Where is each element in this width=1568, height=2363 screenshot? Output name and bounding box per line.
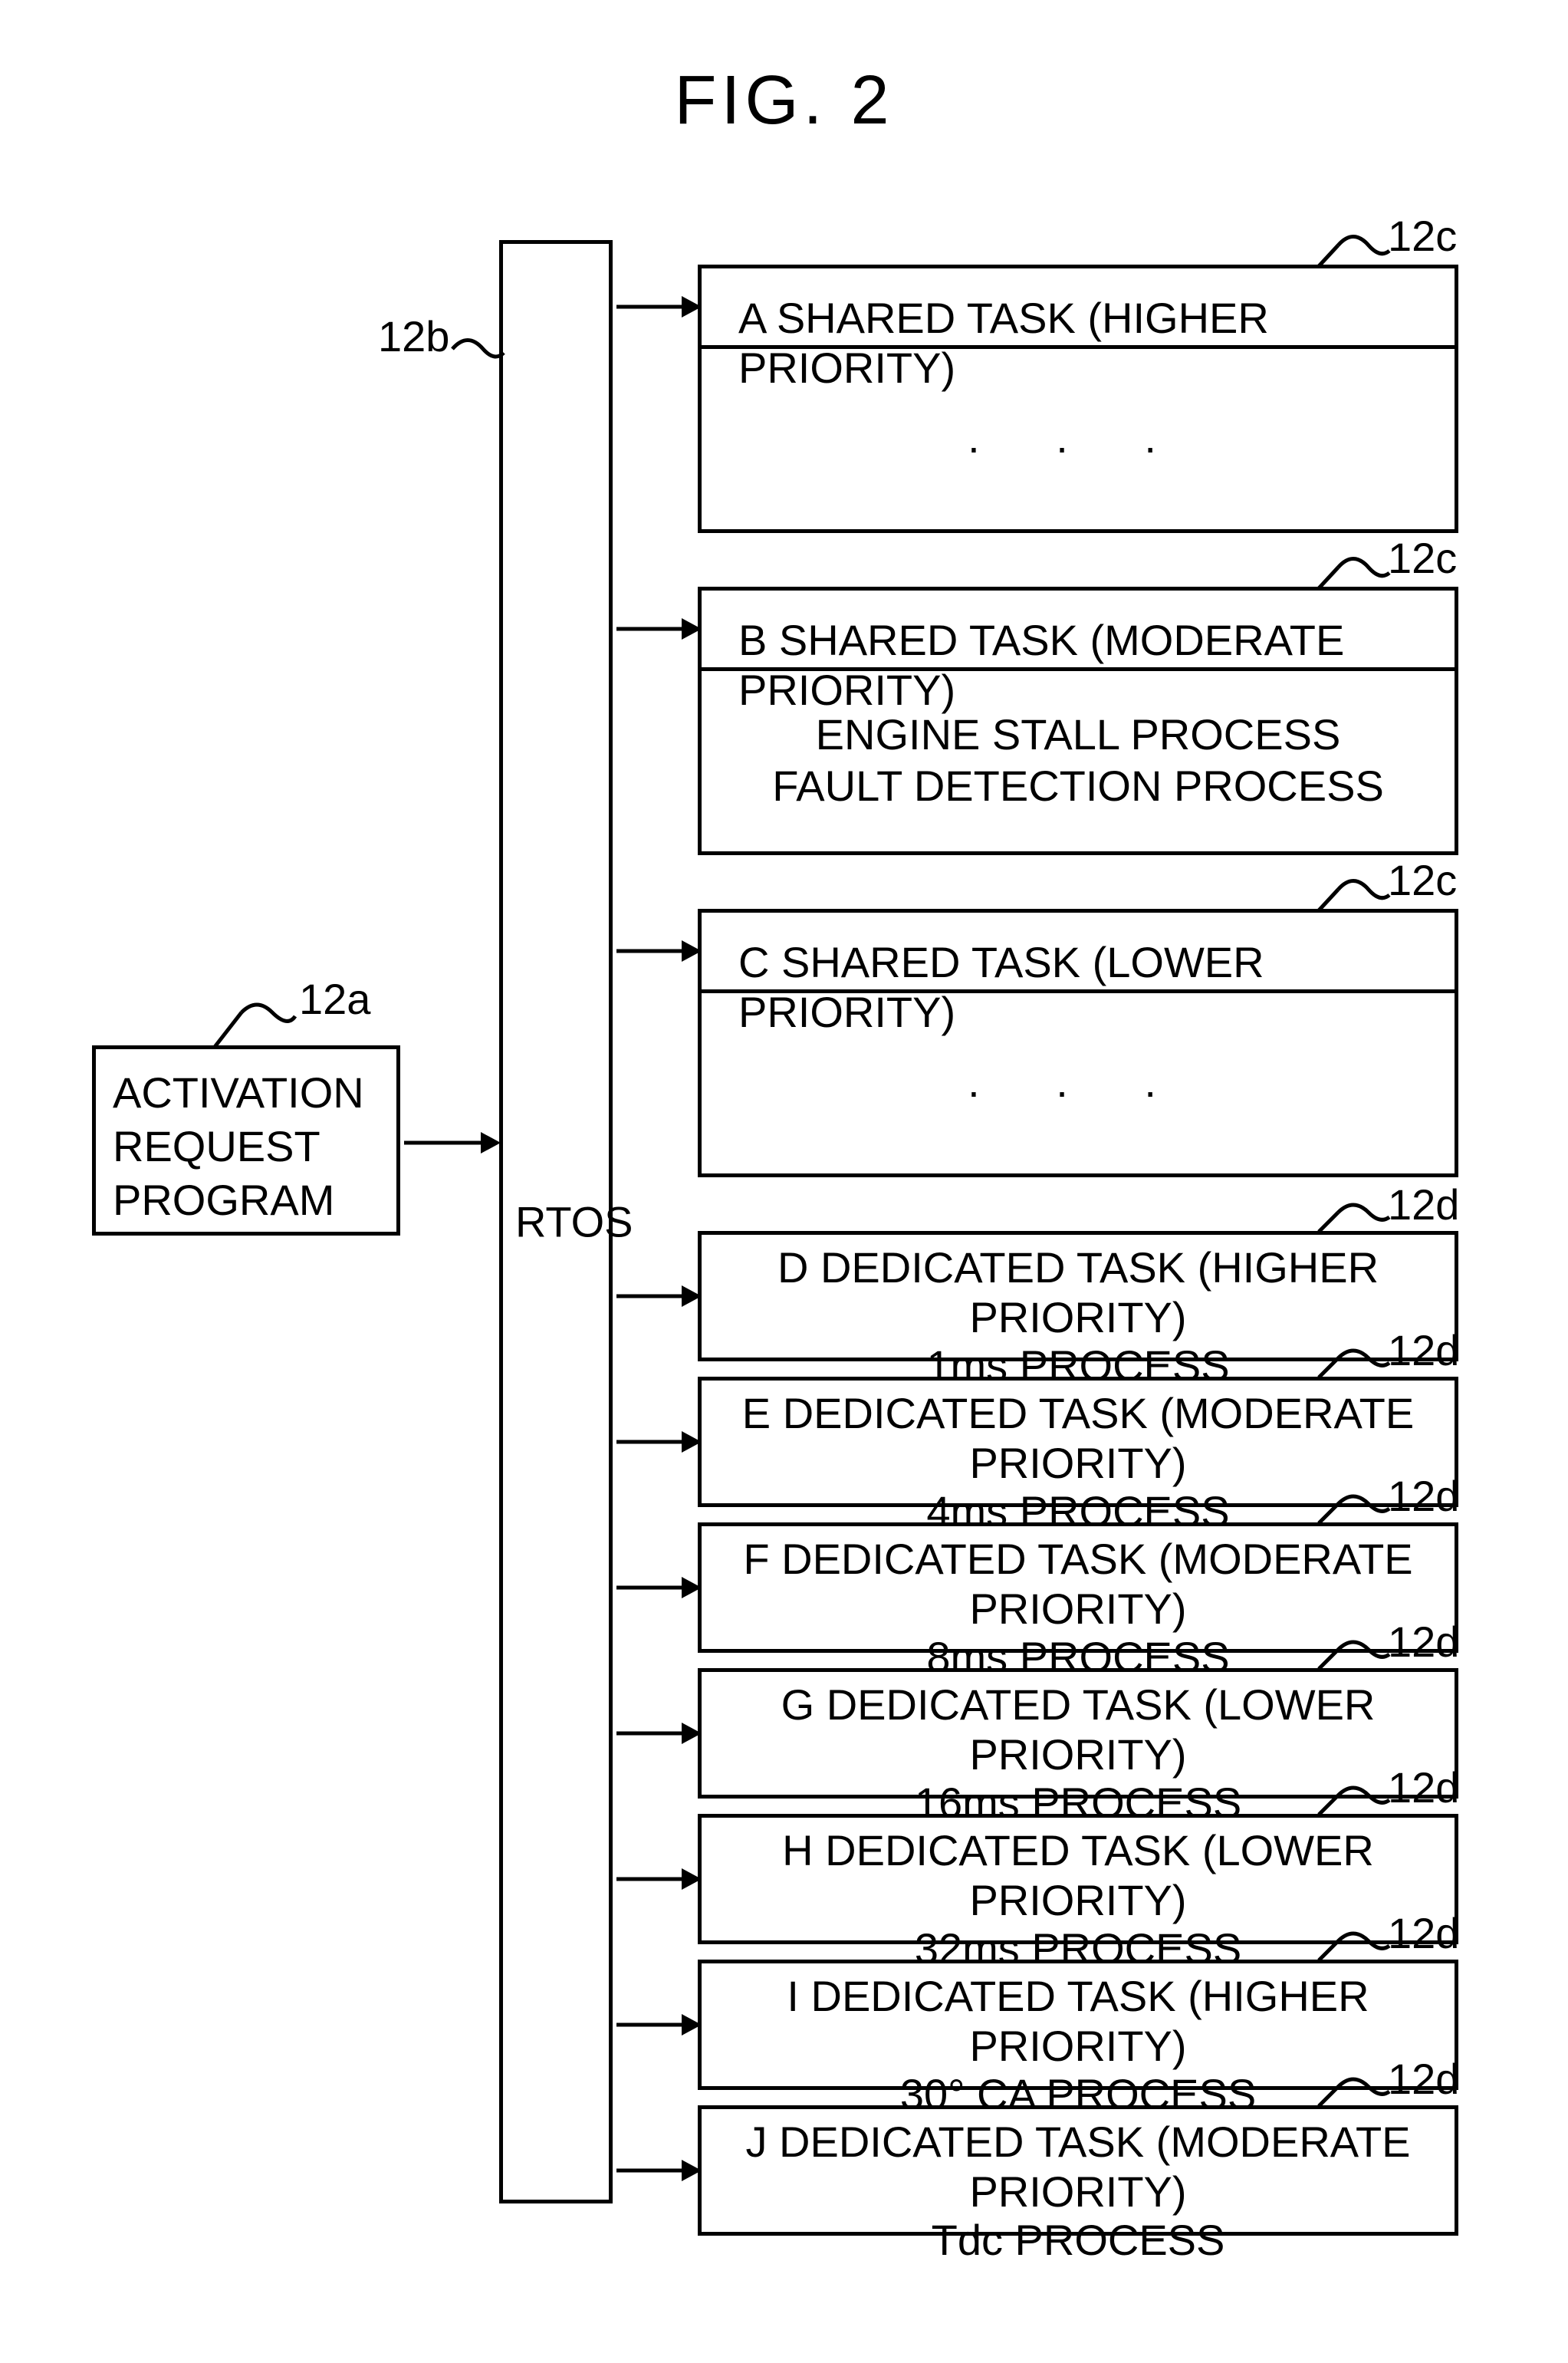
ref-12d-leader-e [1334,1348,1395,1383]
task-d-box: D DEDICATED TASK (HIGHER PRIORITY) 1ms P… [698,1231,1458,1361]
figure-title: FIG. 2 [0,61,1568,140]
ref-12b-leader [449,337,518,376]
arrow-rtos-to-f [616,1572,705,1603]
task-b-box: B SHARED TASK (MODERATE PRIORITY) ENGINE… [698,587,1458,855]
arrow-rtos-to-h [616,1864,705,1894]
task-d-title: D DEDICATED TASK (HIGHER PRIORITY) [702,1235,1455,1342]
task-j-title: J DEDICATED TASK (MODERATE PRIORITY) [702,2109,1455,2217]
ref-12d-leader-f [1334,1494,1395,1529]
rtos-box: RTOS [499,240,613,2203]
activation-request-program-box: ACTIVATION REQUEST PROGRAM [92,1045,400,1236]
ref-12d-leader-j [1334,2077,1395,2111]
activation-line1: ACTIVATION [113,1066,383,1120]
task-g-box: G DEDICATED TASK (LOWER PRIORITY) 16ms P… [698,1668,1458,1799]
ref-12d-leader-d [1334,1203,1395,1237]
ref-12d-label-g: 12d [1388,1617,1459,1667]
task-e-box: E DEDICATED TASK (MODERATE PRIORITY) 4ms… [698,1377,1458,1507]
task-b-body-2: FAULT DETECTION PROCESS [772,760,1384,811]
arrow-rtos-to-g [616,1718,705,1749]
task-a-body: . . . [968,412,1188,463]
ref-12d-leader-i [1334,1931,1395,1966]
ref-12c-leader-c [1334,878,1395,917]
activation-line2: REQUEST [113,1120,383,1173]
task-c-box: C SHARED TASK (LOWER PRIORITY) . . . [698,909,1458,1177]
ref-12b-label: 12b [378,311,449,361]
task-f-box: F DEDICATED TASK (MODERATE PRIORITY) 8ms… [698,1522,1458,1653]
ref-12d-label-d: 12d [1388,1180,1459,1229]
ref-12d-label-i: 12d [1388,1908,1459,1958]
ref-12d-label-h: 12d [1388,1762,1459,1812]
task-h-box: H DEDICATED TASK (LOWER PRIORITY) 32ms P… [698,1814,1458,1944]
task-j-box: J DEDICATED TASK (MODERATE PRIORITY) Tdc… [698,2105,1458,2236]
task-c-body: . . . [968,1056,1188,1107]
task-e-title: E DEDICATED TASK (MODERATE PRIORITY) [702,1381,1455,1488]
arrow-rtos-to-a [616,291,705,322]
ref-12d-leader-g [1334,1640,1395,1674]
ref-12c-label-b: 12c [1388,533,1457,583]
ref-12c-label-a: 12c [1388,211,1457,261]
task-i-box: I DEDICATED TASK (HIGHER PRIORITY) 30° C… [698,1960,1458,2090]
ref-12c-leader-b [1334,556,1395,594]
rtos-label: RTOS [515,1197,633,1247]
arrow-rtos-to-j [616,2155,705,2186]
task-h-title: H DEDICATED TASK (LOWER PRIORITY) [702,1818,1455,1925]
ref-12d-label-j: 12d [1388,2054,1459,2104]
task-f-title: F DEDICATED TASK (MODERATE PRIORITY) [702,1526,1455,1634]
ref-12a-label: 12a [299,974,370,1024]
arrow-rtos-to-d [616,1281,705,1311]
arrow-rtos-to-b [616,614,705,644]
ref-12a-leader [238,1005,299,1051]
ref-12c-leader-a [1334,234,1395,272]
task-g-title: G DEDICATED TASK (LOWER PRIORITY) [702,1672,1455,1779]
task-j-subtitle: Tdc PROCESS [702,2215,1455,2265]
arrow-rtos-to-e [616,1427,705,1457]
ref-12d-label-e: 12d [1388,1325,1459,1375]
task-i-title: I DEDICATED TASK (HIGHER PRIORITY) [702,1963,1455,2071]
ref-12d-leader-h [1334,1785,1395,1820]
arrow-activation-to-rtos [404,1127,504,1158]
activation-line3: PROGRAM [113,1173,383,1227]
ref-12c-label-c: 12c [1388,855,1457,905]
task-a-box: A SHARED TASK (HIGHER PRIORITY) . . . [698,265,1458,533]
ref-12d-label-f: 12d [1388,1471,1459,1521]
task-b-body-1: ENGINE STALL PROCESS [816,709,1341,760]
arrow-rtos-to-c [616,936,705,966]
arrow-rtos-to-i [616,2009,705,2040]
